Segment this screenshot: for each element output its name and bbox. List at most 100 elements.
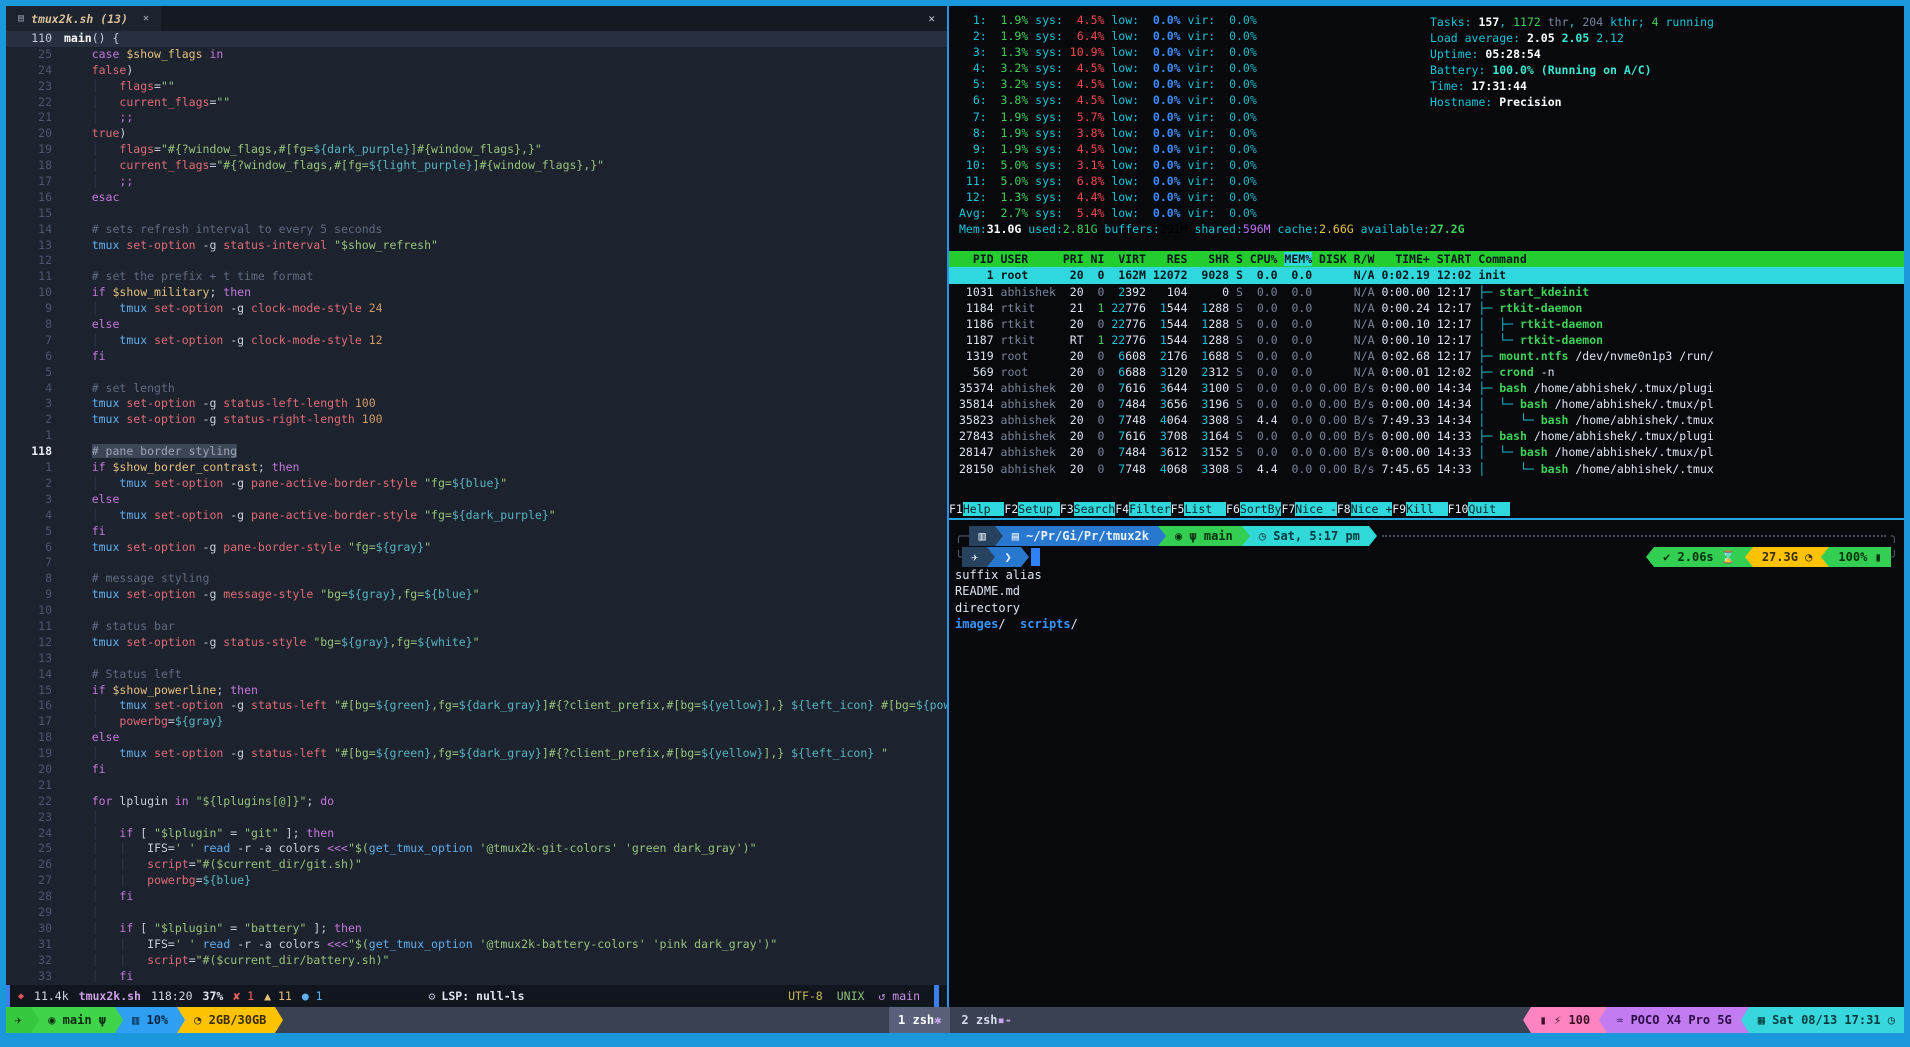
fkey-f6[interactable]: F6SortBy <box>1226 501 1281 518</box>
exec-time-segment: ✔ 2.06s ⌛ <box>1654 547 1745 567</box>
info-line: Time: 17:31:44 <box>1430 78 1714 94</box>
output-line: directory <box>955 600 1898 616</box>
code-line: 24 │ if [ "$lplugin" = "git" ]; then <box>6 826 947 842</box>
code-line: 33 │ fi <box>6 969 947 985</box>
memory-line: Mem:31.0G used:2.81G buffers:291M shared… <box>959 221 1904 237</box>
code-line: 19 │ flags="#{?window_flags,#[fg=${dark_… <box>6 142 947 158</box>
process-row[interactable]: 1 root 20 0 162M 12072 9028 S 0.0 0.0 N/… <box>949 267 1904 283</box>
status-bar-left: ✈◉ main ψ▥ 10%◔ 2GB/30GB <box>6 1007 283 1033</box>
editor-tab[interactable]: ▤ tmux2k.sh (13) ✕ <box>6 6 161 31</box>
session-label: ↺ main <box>878 989 920 1003</box>
powerline-arrow-icon <box>1745 547 1753 567</box>
tab-close-icon[interactable]: ✕ <box>143 13 149 24</box>
powerline-arrow-icon <box>1369 526 1377 546</box>
code-line: 13 tmux set-option -g status-interval "$… <box>6 238 947 254</box>
ram-segment: ◔ 2GB/30GB <box>185 1007 275 1033</box>
window-tab-1[interactable]: 1 zsh✱ <box>889 1007 950 1033</box>
tmux-status-bar: ✈◉ main ψ▥ 10%◔ 2GB/30GB 1 zsh✱2 zsh▪- ▮… <box>6 1007 1904 1033</box>
process-table: PID USER PRI NI VIRT RES SHR S CPU% MEM%… <box>949 251 1904 476</box>
fkey-f2[interactable]: F2Setup <box>1004 501 1059 518</box>
code-line: 29 │ <box>6 905 947 921</box>
fkey-f1[interactable]: F1Help <box>949 501 1004 518</box>
code-line: 28 │ fi <box>6 889 947 905</box>
code-line: 1 <box>6 428 947 444</box>
process-row[interactable]: 28147 abhishek 20 0 7484 3612 3152 S 0.0… <box>949 444 1904 460</box>
editor-statusline: ◆ 11.4k tmux2k.sh 118:20 37% ✘ 1 ▲ 11 ● … <box>6 985 947 1007</box>
code-line: 32 │ │ script="#($current_dir/battery.sh… <box>6 953 947 969</box>
code-line: 22 │ current_flags="" <box>6 95 947 111</box>
code-line: 1 if $show_border_contrast; then <box>6 460 947 476</box>
process-row[interactable]: 35374 abhishek 20 0 7616 3644 3100 S 0.0… <box>949 380 1904 396</box>
code-line: 14 # sets refresh interval to every 5 se… <box>6 222 947 238</box>
fkey-f9[interactable]: F9Kill <box>1392 501 1447 518</box>
prompt-chevron: ❯ <box>995 547 1020 567</box>
terminal-window: ▤ tmux2k.sh (13) ✕ ✕ 110main() {25 case … <box>6 6 1904 1033</box>
powerline-arrow-icon <box>275 1007 283 1033</box>
code-line: 5 fi <box>6 524 947 540</box>
file-name: tmux2k.sh <box>79 989 141 1003</box>
process-row[interactable]: 1186 rtkit 20 0 22776 1544 1288 S 0.0 0.… <box>949 316 1904 332</box>
code-line: 20 true) <box>6 126 947 142</box>
code-line: 118 # pane border styling <box>6 444 947 460</box>
process-row[interactable]: 35814 abhishek 20 0 7484 3656 3196 S 0.0… <box>949 396 1904 412</box>
desktop: { "colors":{"desktop":"#1b98dc","pane_bo… <box>0 0 1910 1047</box>
code-line: 15 <box>6 206 947 222</box>
process-row[interactable]: 35823 abhishek 20 0 7748 4064 3308 S 4.4… <box>949 412 1904 428</box>
datetime-segment: ▦ Sat 08/13 17:31 ◷ <box>1749 1007 1904 1033</box>
code-line: 4 # set length <box>6 381 947 397</box>
code-line: 17 │ powerbg=${gray} <box>6 714 947 730</box>
cpu-row: 9: 1.9% sys: 4.5% low: 0.0% vir: 0.0% <box>959 141 1904 157</box>
encoding-label: UTF-8 <box>788 989 823 1003</box>
powerline-arrow-icon <box>1523 1007 1531 1033</box>
code-line: 25 case $show_flags in <box>6 47 947 63</box>
code-area[interactable]: 110main() {25 case $show_flags in24 fals… <box>6 31 947 985</box>
code-line: 20 fi <box>6 762 947 778</box>
powerline-arrow-icon <box>115 1007 123 1033</box>
code-line: 8 else <box>6 317 947 333</box>
code-line: 13 <box>6 651 947 667</box>
editor-tabline: ▤ tmux2k.sh (13) ✕ ✕ <box>6 6 947 31</box>
code-line: 11 # status bar <box>6 619 947 635</box>
editor-pane[interactable]: ▤ tmux2k.sh (13) ✕ ✕ 110main() {25 case … <box>6 6 947 1007</box>
fkey-f4[interactable]: F4Filter <box>1115 501 1170 518</box>
shield-icon: ◆ <box>18 991 24 1002</box>
powerline-arrow-icon <box>1646 547 1654 567</box>
powerline-arrow-icon <box>1242 526 1250 546</box>
code-line: 27 │ │ powerbg=${blue} <box>6 873 947 889</box>
window-tab-2[interactable]: 2 zsh▪- <box>952 1007 1021 1033</box>
statusline-center: ⚙ LSP: null-ls <box>428 989 524 1003</box>
text-cursor[interactable] <box>1031 548 1040 566</box>
fkey-f8[interactable]: F8Nice + <box>1337 501 1392 518</box>
process-row[interactable]: 569 root 20 0 6688 3120 2312 S 0.0 0.0 N… <box>949 364 1904 380</box>
output-line: suffix alias <box>955 567 1898 583</box>
powerline-arrow-icon <box>1741 1007 1749 1033</box>
command-output: suffix aliasREADME.mddirectoryimages/ sc… <box>955 567 1898 633</box>
process-row[interactable]: 1031 abhishek 20 0 2392 104 0 S 0.0 0.0 … <box>949 284 1904 300</box>
mode-indicator-bar-right <box>934 985 939 1007</box>
process-row[interactable]: 28150 abhishek 20 0 7748 4068 3308 S 4.4… <box>949 461 1904 477</box>
system-monitor-pane[interactable]: 1: 1.9% sys: 4.5% low: 0.0% vir: 0.0% 2:… <box>949 6 1904 518</box>
powerline-arrow-icon <box>1021 547 1029 567</box>
powerline-arrow-icon <box>31 1007 39 1033</box>
fkey-f3[interactable]: F3Search <box>1060 501 1115 518</box>
fkey-f5[interactable]: F5List <box>1171 501 1226 518</box>
code-line: 12 <box>6 253 947 269</box>
warning-count: ▲ 11 <box>264 989 292 1003</box>
process-row[interactable]: 1184 rtkit 21 1 22776 1544 1288 S 0.0 0.… <box>949 300 1904 316</box>
code-line: 110main() { <box>6 31 947 47</box>
fkey-f10[interactable]: F10Quit <box>1448 501 1510 518</box>
os-label: UNIX <box>837 989 865 1003</box>
shell-pane[interactable]: ╭─▥▤ ~/Pr/Gi/Pr/tmux2k◉ ψ main◷ Sat, 5:1… <box>949 520 1904 1007</box>
fkey-f7[interactable]: F7Nice - <box>1281 501 1336 518</box>
code-line: 26 │ │ script="#($current_dir/git.sh)" <box>6 857 947 873</box>
code-line: 5 <box>6 365 947 381</box>
tmux-panes: ▤ tmux2k.sh (13) ✕ ✕ 110main() {25 case … <box>6 6 1904 1007</box>
tabline-filler <box>161 6 916 31</box>
gear-icon: ⚙ <box>428 989 435 1003</box>
output-line: images/ scripts/ <box>955 616 1898 632</box>
tabline-close-icon[interactable]: ✕ <box>916 12 947 25</box>
process-row[interactable]: 27843 abhishek 20 0 7616 3708 3164 S 0.0… <box>949 428 1904 444</box>
process-row[interactable]: 1187 rtkit RT 1 22776 1544 1288 S 0.0 0.… <box>949 332 1904 348</box>
code-line: 10 <box>6 603 947 619</box>
process-row[interactable]: 1319 root 20 0 6608 2176 1688 S 0.0 0.0 … <box>949 348 1904 364</box>
